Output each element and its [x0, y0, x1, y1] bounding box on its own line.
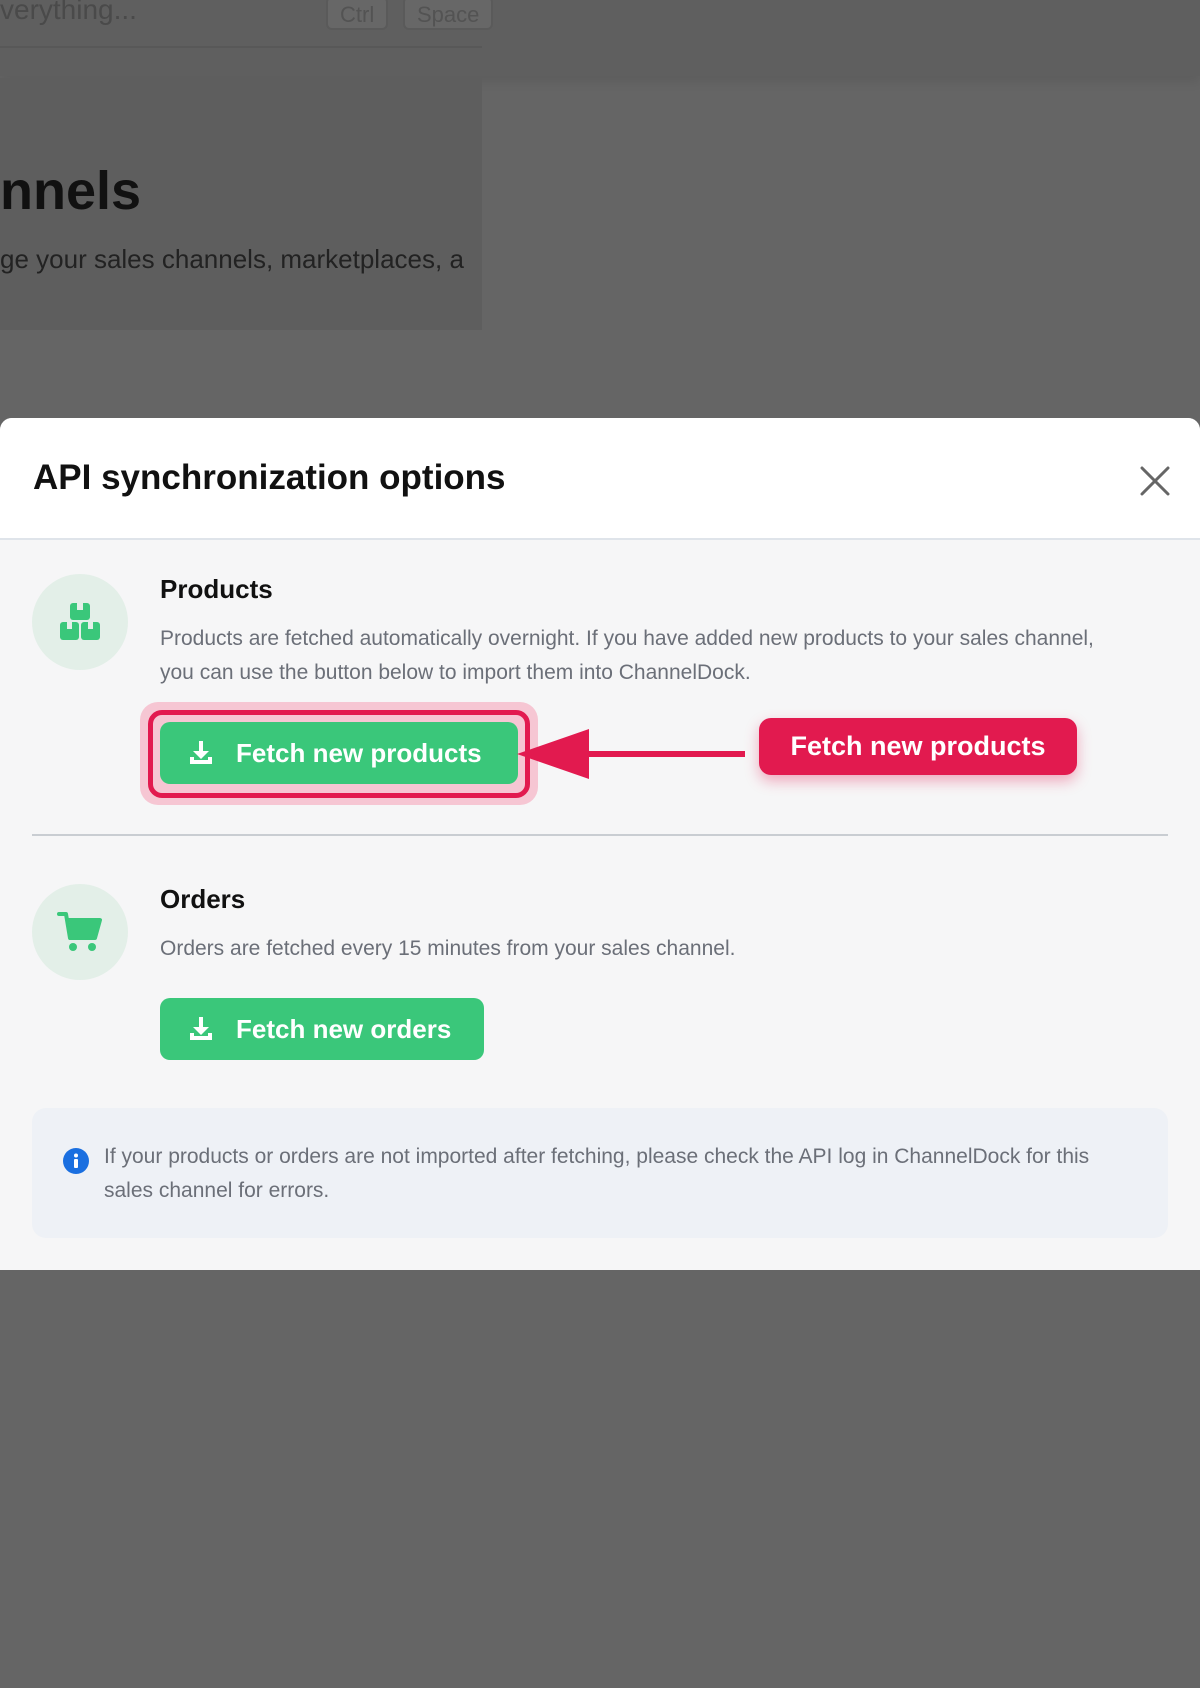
info-icon — [63, 1148, 89, 1174]
modal-header: API synchronization options — [0, 418, 1200, 540]
background-page-title: nnels — [0, 161, 142, 221]
cart-icon — [32, 884, 128, 980]
background-kbd-space: Space — [403, 0, 494, 30]
arrow-pointer — [517, 729, 745, 779]
download-icon — [190, 1017, 212, 1040]
background-search-placeholder: verything... — [0, 0, 137, 25]
fetch-orders-label: Fetch new orders — [236, 1013, 452, 1044]
background-kbd-ctrl: Ctrl — [326, 0, 389, 30]
annotation-callout: Fetch new products — [759, 718, 1077, 775]
products-title: Products — [160, 574, 273, 604]
boxes-icon — [32, 574, 128, 670]
section-divider — [32, 834, 1168, 836]
info-text: If your products or orders are not impor… — [104, 1145, 1090, 1202]
orders-title: Orders — [160, 884, 246, 914]
modal-title: API synchronization options — [33, 458, 506, 497]
close-icon[interactable] — [1138, 464, 1172, 498]
orders-description: Orders are fetched every 15 minutes from… — [160, 937, 736, 960]
fetch-orders-button[interactable]: Fetch new orders — [160, 998, 484, 1060]
background-search-bar: verything... Ctrl Space — [0, 0, 494, 48]
background-page-subtitle: ge your sales channels, marketplaces, a — [0, 244, 464, 274]
highlight-border — [148, 710, 530, 798]
products-description: Products are fetched automatically overn… — [160, 627, 1094, 684]
